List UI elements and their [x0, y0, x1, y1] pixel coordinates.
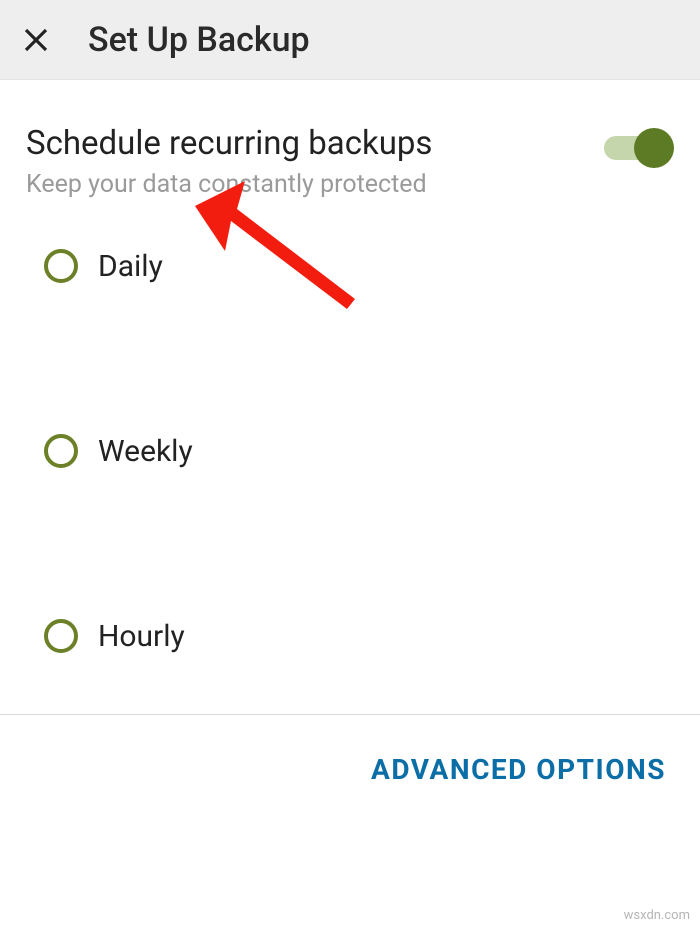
schedule-text: Schedule recurring backups Keep your dat… — [26, 124, 604, 199]
frequency-options: Daily Weekly Hourly — [0, 199, 700, 654]
radio-icon — [44, 619, 78, 653]
option-label: Daily — [98, 249, 163, 284]
radio-icon — [44, 434, 78, 468]
option-label: Hourly — [98, 619, 185, 654]
radio-icon — [44, 249, 78, 283]
close-icon — [21, 25, 51, 55]
advanced-options-button[interactable]: ADVANCED OPTIONS — [371, 753, 666, 786]
schedule-title: Schedule recurring backups — [26, 124, 604, 164]
page-title: Set Up Backup — [88, 20, 310, 60]
close-button[interactable] — [12, 16, 60, 64]
option-label: Weekly — [98, 434, 193, 469]
header-bar: Set Up Backup — [0, 0, 700, 80]
watermark: wsxdn.com — [624, 908, 690, 923]
schedule-toggle[interactable] — [604, 128, 674, 168]
toggle-knob — [634, 128, 674, 168]
option-daily[interactable]: Daily — [44, 249, 674, 284]
option-hourly[interactable]: Hourly — [44, 619, 674, 654]
schedule-subtitle: Keep your data constantly protected — [26, 170, 604, 199]
option-weekly[interactable]: Weekly — [44, 434, 674, 469]
footer: ADVANCED OPTIONS — [0, 715, 700, 786]
schedule-section: Schedule recurring backups Keep your dat… — [0, 80, 700, 199]
